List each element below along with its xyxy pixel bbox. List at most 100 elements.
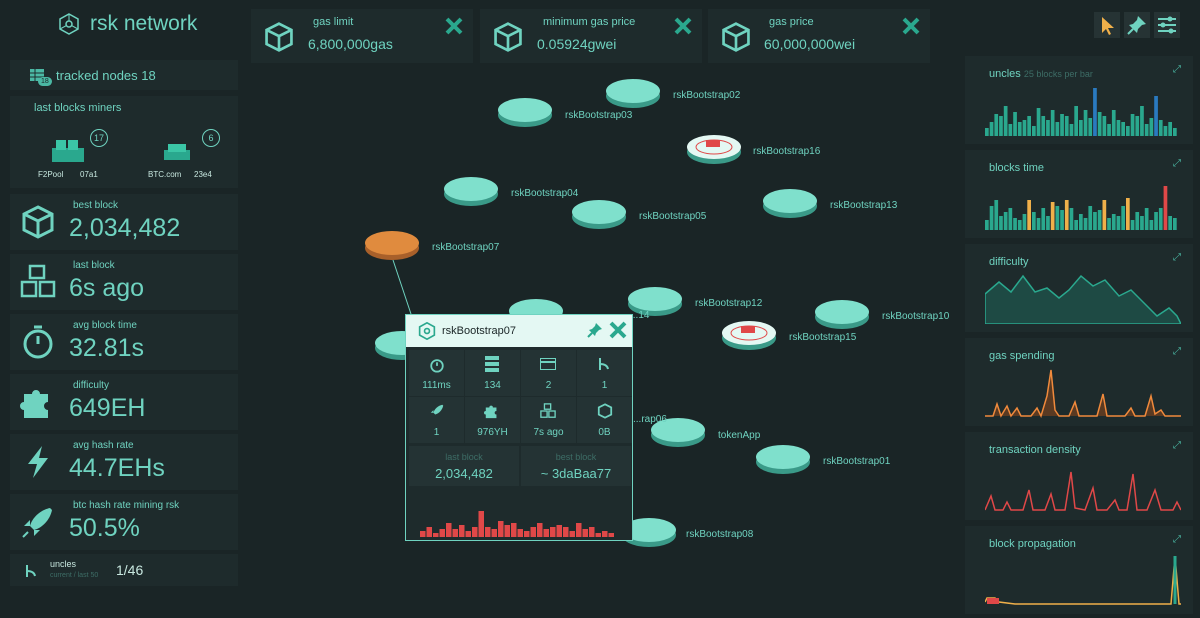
node-rskbootstrap02[interactable] [605,78,661,108]
expand-icon[interactable]: ⤢ [1173,534,1181,545]
bar [452,529,458,537]
panel-subtitle: 25 blocks per bar [1023,69,1093,79]
transaction-density-panel: transaction density ⤢ [965,432,1193,520]
rocket-icon [430,404,444,415]
bar [446,523,452,537]
bar [1017,122,1022,136]
app-title: rsk network [90,12,198,35]
puzzle-icon [20,390,48,418]
bar [1126,126,1130,136]
mining-cell: 1 [409,397,464,443]
bar [1013,218,1017,230]
bar [1154,212,1158,230]
cell-value: 134 [484,380,501,391]
bar [994,200,999,230]
bar [1149,220,1154,230]
bar [1041,116,1046,136]
cell-value: 0B [598,427,611,438]
node-rskbootstrap04[interactable] [443,176,499,206]
node-rskbootstrap07[interactable] [364,230,420,260]
stat-btc-hash-rate: btc hash rate mining rsk 50.5% [10,494,238,550]
cell-value: 7s ago [533,427,564,438]
rocket-icon [22,508,52,538]
bar [1088,206,1093,230]
panel-title: difficulty [989,256,1029,268]
node-label: rskBootstrap07 [432,242,500,253]
server-icon [485,356,499,372]
difficulty-panel: difficulty ⤢ [965,244,1193,332]
bar [1158,120,1163,136]
bar [517,529,523,537]
close-icon[interactable] [445,17,463,35]
block-value: ~ 3daBaa77 [540,466,612,481]
node-label: rskBootstrap10 [882,311,950,322]
bar [1116,120,1121,136]
bar [999,116,1003,136]
bar [465,531,471,537]
stat-value: 50.5% [69,514,140,542]
difficulty-chart [985,274,1181,324]
difficulty-cell: 976YH [465,397,520,443]
panel-title: block propagation [989,538,1076,550]
expand-icon[interactable]: ⤢ [1173,346,1181,357]
node-label: rskBootstrap13 [830,200,898,211]
node-label: rskBootstrap12 [695,298,763,309]
bar [491,529,497,537]
bar [1163,186,1168,230]
node-rskbootstrap10[interactable] [814,299,870,329]
bar [543,529,549,537]
card-value: 0.05924gwei [537,36,617,52]
bar [1102,200,1107,230]
bar [1102,116,1107,136]
uncles-fork-icon [26,565,36,577]
node-rskbootstrap05[interactable] [571,199,627,229]
right-panels: uncles 25 blocks per bar ⤢ blocks time ⤢… [963,0,1200,618]
stat-label: avg hash rate [73,440,134,451]
miner-count-badge: 17 [90,129,108,147]
bar [1111,214,1116,230]
stat-value: 2,034,482 [69,214,181,242]
close-icon[interactable] [674,17,692,35]
bar [1017,220,1022,230]
bar [1079,120,1083,136]
block-label: best block [555,452,597,462]
bar [1135,212,1140,230]
bar [1168,216,1172,230]
node-rskbootstrap13[interactable] [762,188,818,218]
gas-limit-card: gas limit 6,800,000gas [251,9,473,63]
bar [595,533,601,537]
panel-title-text: uncles [989,68,1021,80]
bar [576,523,582,537]
blocks-time-chart [985,186,1177,230]
lightning-icon [28,446,48,478]
bar [1046,216,1050,230]
sidebar: rsk network 18 tracked nodes 18 last blo… [0,0,245,618]
bar [1064,200,1069,230]
close-icon[interactable] [609,321,627,339]
network-logo-icon [418,322,436,340]
card-icon [540,358,556,370]
close-icon[interactable] [902,17,920,35]
bar [1055,122,1060,136]
expand-icon[interactable]: ⤢ [1173,252,1181,263]
miner-name: BTC.com [148,170,182,179]
node-rskbootstrap01[interactable] [755,444,811,474]
node-label: rskBootstrap02 [673,90,741,101]
bar [1008,124,1013,136]
node-rskbootstrap16[interactable] [686,134,742,164]
expand-icon[interactable]: ⤢ [1173,440,1181,451]
node-rskbootstrap03[interactable] [497,97,553,127]
tracked-nodes-panel[interactable]: 18 tracked nodes 18 [10,60,238,90]
node-rskbootstrap15[interactable] [721,320,777,350]
bar [1036,108,1041,136]
gas-spending-panel: gas spending ⤢ [965,338,1193,426]
node-label: rskBootstrap08 [686,529,754,540]
expand-icon[interactable]: ⤢ [1173,158,1181,169]
panel-title: blocks time [989,162,1045,174]
bar [1074,106,1078,136]
bar [1154,96,1158,136]
expand-icon[interactable]: ⤢ [1173,64,1181,75]
pin-icon[interactable] [586,321,604,339]
bar [1093,212,1097,230]
card-label: gas price [769,16,814,28]
